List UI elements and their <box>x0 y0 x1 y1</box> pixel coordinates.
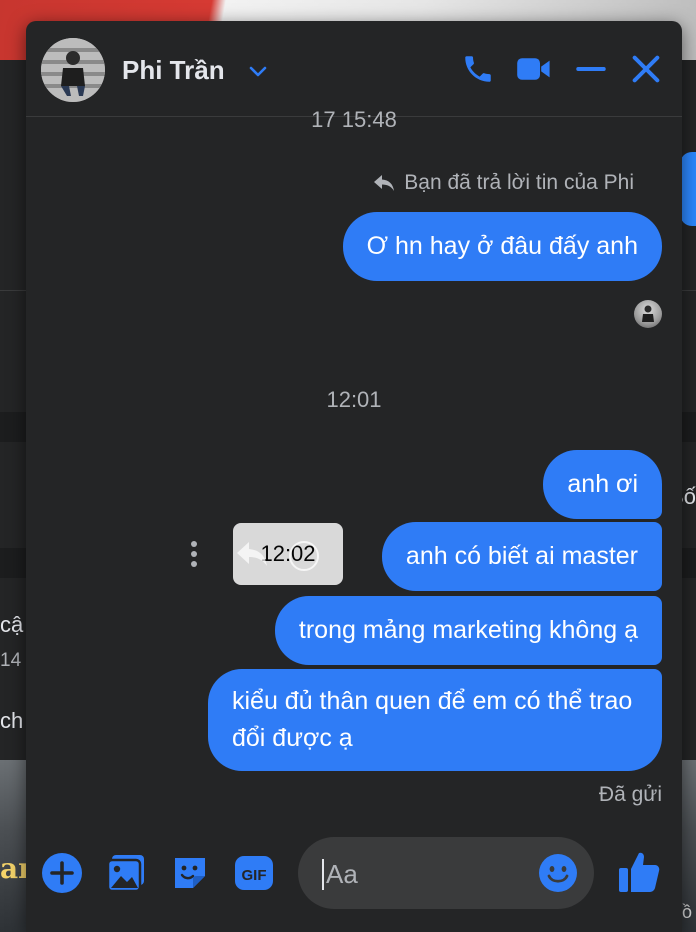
minimize-icon <box>576 67 606 71</box>
reply-note-text: Bạn đã trả lời tin của Phi <box>404 171 634 194</box>
close-icon <box>632 55 660 83</box>
sticker-icon <box>175 858 205 888</box>
reply-icon <box>374 175 395 191</box>
message-text: anh có biết ai master <box>405 542 638 570</box>
seen-avatar <box>634 300 662 328</box>
message-input-placeholder: Aa <box>322 859 358 890</box>
composer: GIF Aa <box>26 833 682 932</box>
sticker-button[interactable] <box>168 851 212 895</box>
message-text: kiểu đủ thân quen để em có thể trao đổi … <box>232 687 633 752</box>
thumbs-up-icon <box>619 852 660 892</box>
more-vertical-icon[interactable] <box>186 537 202 571</box>
call-button[interactable] <box>460 51 496 87</box>
reply-note: Bạn đã trả lời tin của Phi <box>372 171 634 195</box>
background-button <box>680 152 696 226</box>
minimize-button[interactable] <box>573 51 609 87</box>
gif-button[interactable]: GIF <box>232 851 276 895</box>
video-call-button[interactable] <box>516 51 552 87</box>
svg-text:GIF: GIF <box>242 867 267 884</box>
chevron-down-icon[interactable] <box>246 59 270 83</box>
background-text: cậ <box>0 612 24 637</box>
plus-icon <box>42 853 82 893</box>
message-bubble[interactable]: Ơ hn hay ở đâu đấy anh <box>342 212 662 281</box>
message-input[interactable]: Aa <box>298 837 594 909</box>
timestamp-divider: 12:01 <box>326 387 382 412</box>
message-text: trong mảng marketing không ạ <box>298 616 638 644</box>
like-button[interactable] <box>614 847 664 897</box>
react-icon[interactable] <box>289 541 319 571</box>
close-button[interactable] <box>628 51 664 87</box>
message-bubble[interactable]: anh có biết ai master <box>381 522 662 591</box>
contact-avatar[interactable] <box>41 38 105 102</box>
background-text: 14 <box>0 650 22 671</box>
chat-window: Phi Trần 17 15:48 Bạn đã trả lời tin của… <box>26 21 682 932</box>
reply-icon[interactable] <box>233 538 273 568</box>
message-bubble[interactable]: trong mảng marketing không ạ <box>274 596 662 665</box>
more-actions-button[interactable] <box>40 851 84 895</box>
phone-icon <box>465 56 491 82</box>
message-status: Đã gửi <box>598 783 662 806</box>
background-text: ồ <box>681 902 692 922</box>
emoji-icon[interactable] <box>538 853 578 893</box>
contact-name[interactable]: Phi Trần <box>122 55 225 86</box>
timestamp: 17 15:48 <box>311 107 397 132</box>
video-icon <box>517 58 550 80</box>
gif-icon: GIF <box>235 856 273 890</box>
message-bubble[interactable]: anh ơi <box>543 450 662 519</box>
image-icon <box>106 855 144 893</box>
message-text: Ơ hn hay ở đâu đấy anh <box>366 232 638 260</box>
chat-header: Phi Trần <box>26 21 682 117</box>
message-bubble[interactable]: kiểu đủ thân quen để em có thể trao đổi … <box>208 669 662 771</box>
background-text: ch <box>0 708 24 733</box>
attach-image-button[interactable] <box>104 851 148 895</box>
message-text: anh ơi <box>567 470 638 498</box>
